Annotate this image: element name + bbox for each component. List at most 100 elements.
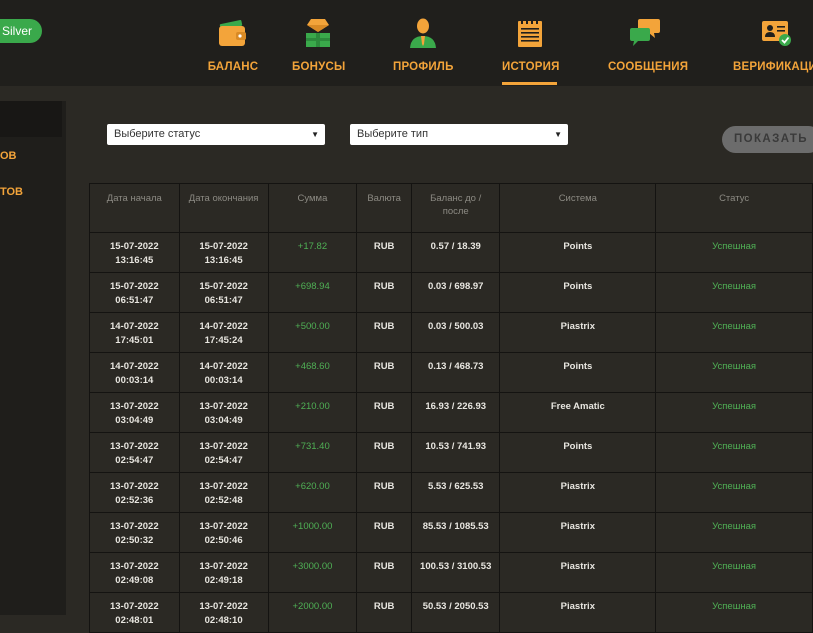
cell-start: 13-07-2022 02:50:32 (89, 512, 180, 553)
cell-end-end_date: 13-07-2022 (199, 481, 248, 492)
cell-start-start_date: 15-07-2022 (110, 281, 159, 292)
gift-icon (306, 19, 330, 47)
cell-start-start_time: 02:48:01 (115, 614, 154, 626)
cell-status-status: Успешная (712, 241, 757, 252)
cell-currency: RUB (356, 552, 412, 593)
cell-status: Успешная (655, 392, 813, 433)
cell-end: 13-07-2022 03:04:49 (178, 392, 269, 433)
cell-system-system: Points (563, 361, 593, 372)
cell-currency-currency: RUB (373, 601, 395, 612)
cell-status-status: Успешная (712, 561, 757, 572)
cell-status: Успешная (655, 432, 813, 473)
cell-status: Успешная (655, 352, 813, 393)
table-row: 14-07-2022 00:03:14 14-07-2022 00:03:14 +468… (89, 352, 813, 393)
cell-start: 15-07-2022 13:16:45 (89, 232, 180, 273)
status-select-label: Выберите статус (114, 128, 201, 140)
cell-start-start_date: 13-07-2022 (110, 481, 159, 492)
cell-amount: +500.00 (267, 312, 358, 353)
cell-end-end_date: 13-07-2022 (199, 401, 248, 412)
table-row: 13-07-2022 02:50:32 13-07-2022 02:50:46 +100… (89, 512, 813, 553)
notepad-icon (517, 19, 542, 47)
cell-system: Points (499, 352, 657, 393)
cell-start: 14-07-2022 00:03:14 (89, 352, 180, 393)
cell-amount: +3000.00 (267, 552, 358, 593)
cell-system: Piastrix (499, 472, 657, 513)
cell-amount-amount: +698.94 (295, 281, 330, 292)
cell-balance: 0.03 / 698.97 (410, 272, 501, 313)
cell-start-start_date: 13-07-2022 (110, 601, 159, 612)
cell-start-start_time: 02:54:47 (115, 454, 154, 466)
cell-end-end_date: 13-07-2022 (199, 521, 248, 532)
sidebar-item-2[interactable]: ТОВ (0, 186, 23, 198)
nav-profile[interactable]: ПРОФИЛЬ (393, 0, 453, 86)
cell-amount: +210.00 (267, 392, 358, 433)
cell-currency-currency: RUB (373, 521, 395, 532)
cell-currency-currency: RUB (373, 481, 395, 492)
type-select[interactable]: Выберите тип ▼ (350, 124, 568, 145)
status-select[interactable]: Выберите статус ▼ (107, 124, 325, 145)
cell-balance: 0.13 / 468.73 (410, 352, 501, 393)
cell-end-end_date: 15-07-2022 (199, 281, 248, 292)
cell-start-start_date: 13-07-2022 (110, 561, 159, 572)
nav-bonuses[interactable]: БОНУСЫ (292, 0, 345, 86)
cell-amount: +731.40 (267, 432, 358, 473)
nav-balance[interactable]: БАЛАНС (196, 0, 270, 86)
cell-end-end_time: 02:49:18 (204, 574, 243, 586)
cell-start: 13-07-2022 02:52:36 (89, 472, 180, 513)
cell-system: Piastrix (499, 512, 657, 553)
type-select-label: Выберите тип (357, 128, 429, 140)
table-row: 13-07-2022 02:49:08 13-07-2022 02:49:18 +300… (89, 552, 813, 593)
cell-start-start_time: 17:45:01 (115, 334, 154, 346)
table-row: 15-07-2022 13:16:45 15-07-2022 13:16:45 +17.… (89, 232, 813, 273)
cell-system-system: Free Amatic (550, 401, 605, 412)
cell-end-end_time: 02:48:10 (204, 614, 243, 626)
cell-end-end_time: 02:50:46 (204, 534, 243, 546)
cell-system: Points (499, 232, 657, 273)
cell-balance-balance: 100.53 / 3100.53 (420, 561, 492, 572)
nav-messages[interactable]: СООБЩЕНИЯ (608, 0, 688, 86)
cell-start-start_time: 02:52:36 (115, 494, 154, 506)
header-amount: Сумма (267, 183, 358, 233)
cell-balance-balance: 5.53 / 625.53 (427, 481, 484, 492)
cell-start-start_time: 13:16:45 (115, 254, 154, 266)
cell-end-end_date: 13-07-2022 (199, 601, 248, 612)
cell-status: Успешная (655, 232, 813, 273)
table-row: 15-07-2022 06:51:47 15-07-2022 06:51:47 +698… (89, 272, 813, 313)
cell-start-start_date: 15-07-2022 (110, 241, 159, 252)
cell-status-status: Успешная (712, 521, 757, 532)
cell-status-status: Успешная (712, 481, 757, 492)
cell-end: 13-07-2022 02:52:48 (178, 472, 269, 513)
nav-verification[interactable]: ВЕРИФИКАЦИЯ (733, 0, 813, 86)
cell-system: Points (499, 432, 657, 473)
sidebar: ОВ ТОВ (0, 101, 66, 615)
user-icon (410, 18, 436, 48)
sidebar-item-1[interactable]: ОВ (0, 150, 17, 162)
cell-system: Piastrix (499, 312, 657, 353)
cell-amount: +1000.00 (267, 512, 358, 553)
cell-end: 14-07-2022 17:45:24 (178, 312, 269, 353)
cell-start: 13-07-2022 02:49:08 (89, 552, 180, 593)
cell-amount-amount: +2000.00 (292, 601, 333, 612)
cell-status: Успешная (655, 592, 813, 633)
cell-status-status: Успешная (712, 441, 757, 452)
cell-currency: RUB (356, 352, 412, 393)
cell-start-start_time: 02:49:08 (115, 574, 154, 586)
cell-system: Points (499, 272, 657, 313)
cell-end-end_time: 00:03:14 (204, 374, 243, 386)
cell-currency: RUB (356, 432, 412, 473)
cell-status-status: Успешная (712, 321, 757, 332)
table-row: 13-07-2022 02:48:01 13-07-2022 02:48:10 +200… (89, 592, 813, 633)
show-button[interactable]: ПОКАЗАТЬ (722, 126, 813, 153)
cell-balance-balance: 0.13 / 468.73 (427, 361, 484, 372)
cell-end-end_time: 17:45:24 (204, 334, 243, 346)
cell-start-start_date: 13-07-2022 (110, 441, 159, 452)
chevron-down-icon: ▼ (311, 130, 319, 139)
table-row: 13-07-2022 03:04:49 13-07-2022 03:04:49 +210… (89, 392, 813, 433)
cell-system: Free Amatic (499, 392, 657, 433)
cell-system-system: Piastrix (560, 561, 595, 572)
nav-history[interactable]: ИСТОРИЯ (502, 0, 559, 86)
cell-status: Успешная (655, 472, 813, 513)
table-header-row: Дата начала Дата окончания Сумма Валюта … (89, 183, 813, 233)
cell-amount-amount: +620.00 (295, 481, 330, 492)
cell-system: Piastrix (499, 592, 657, 633)
